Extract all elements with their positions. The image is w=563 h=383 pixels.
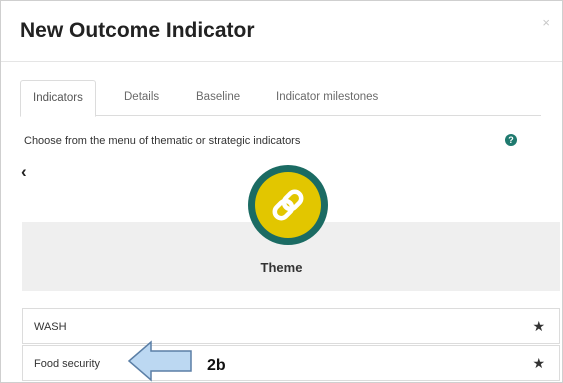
- modal-dialog: New Outcome Indicator × Indicators Detai…: [0, 0, 563, 383]
- theme-button[interactable]: [248, 165, 328, 245]
- arrow-left-icon: [127, 340, 192, 382]
- close-icon[interactable]: ×: [542, 15, 550, 30]
- question-icon[interactable]: ?: [505, 134, 517, 146]
- instruction-text: Choose from the menu of thematic or stra…: [24, 135, 301, 147]
- list-item-label: WASH: [34, 321, 67, 333]
- tab-bar: Indicators Details Baseline Indicator mi…: [20, 80, 541, 117]
- theme-label: Theme: [260, 260, 303, 275]
- star-icon[interactable]: ★: [532, 355, 545, 372]
- list-item-label: Food security: [34, 358, 101, 370]
- link-icon: [272, 189, 304, 221]
- tab-indicators[interactable]: Indicators: [20, 80, 96, 117]
- tab-baseline[interactable]: Baseline: [184, 80, 252, 116]
- list-item-food-security[interactable]: Food security ★: [22, 345, 560, 381]
- tab-details[interactable]: Details: [112, 80, 171, 116]
- modal-title: New Outcome Indicator: [20, 19, 255, 42]
- header-divider: [1, 61, 562, 62]
- chevron-left-icon[interactable]: ‹: [21, 162, 27, 182]
- tab-indicator-milestones[interactable]: Indicator milestones: [264, 80, 390, 116]
- list-item-wash[interactable]: WASH ★: [22, 308, 560, 344]
- annotation-label: 2b: [207, 357, 226, 374]
- star-icon[interactable]: ★: [532, 318, 545, 335]
